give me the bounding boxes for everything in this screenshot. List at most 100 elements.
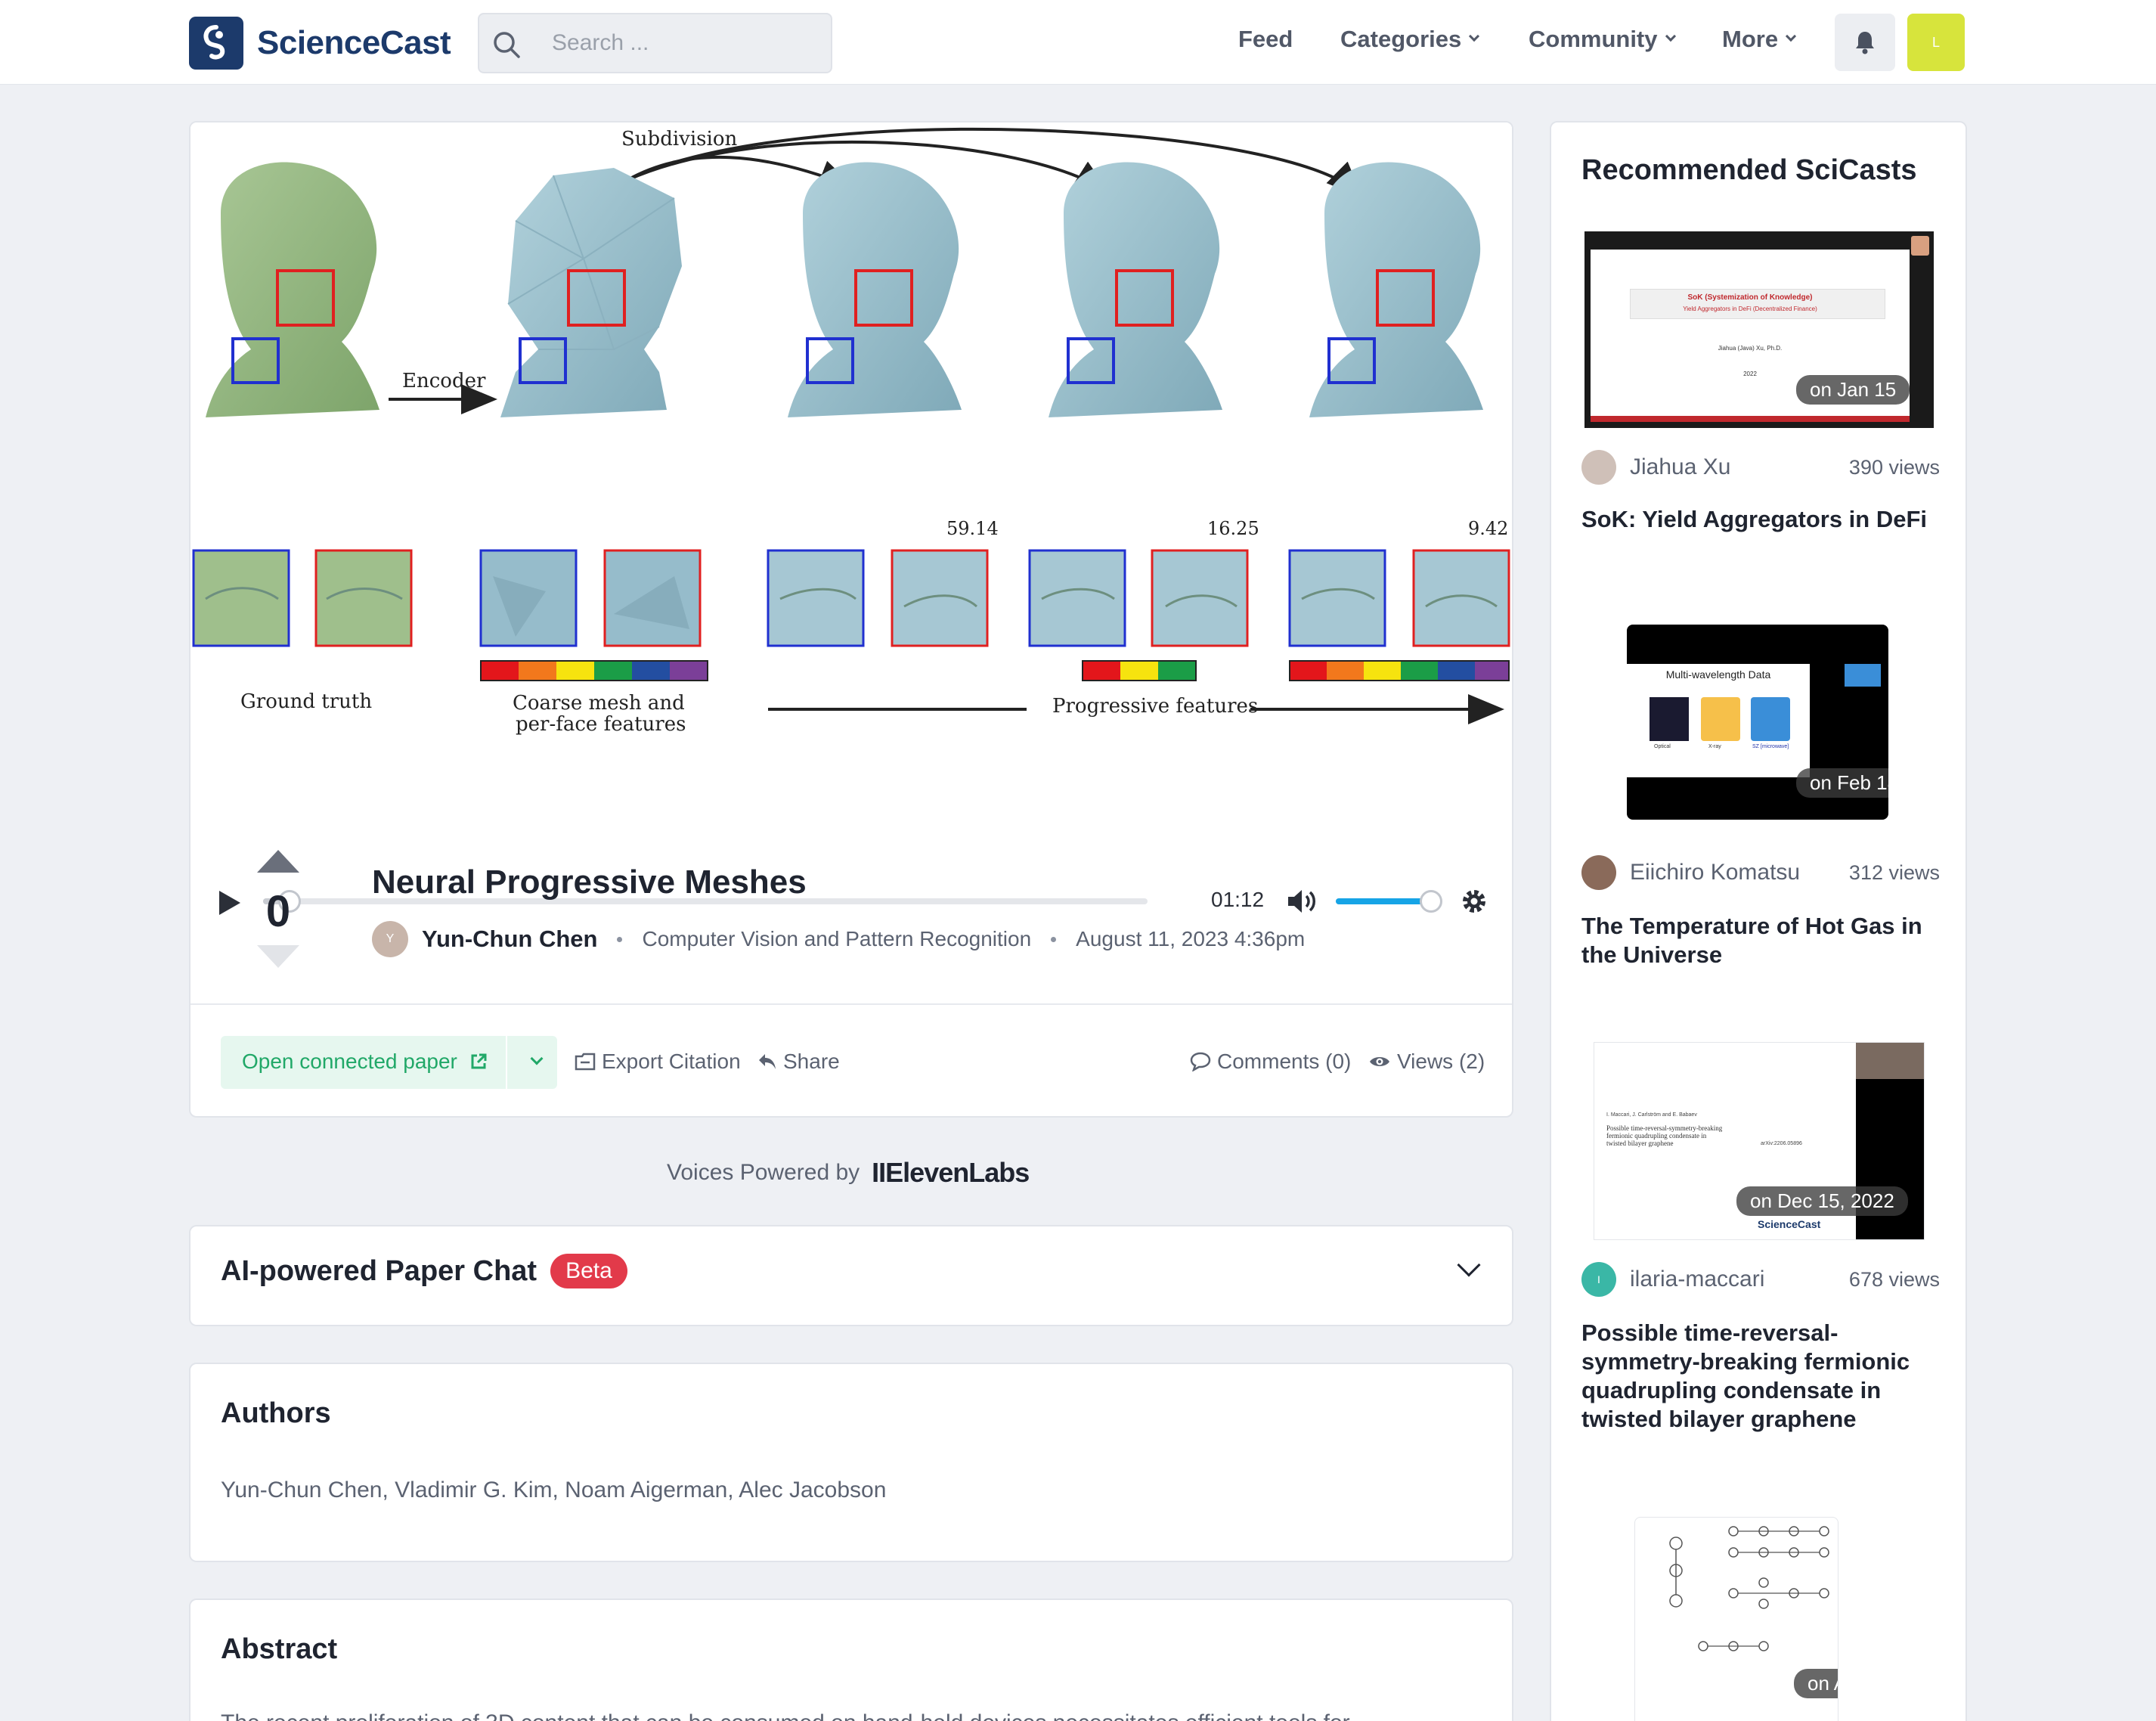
- slide-author: Jiahua (Java) Xu, Ph.D.: [1718, 345, 1783, 352]
- voices-credit: Voices Powered by IIElevenLabs: [667, 1157, 1030, 1189]
- volume-icon[interactable]: [1287, 888, 1318, 915]
- recommended-sidebar: Recommended SciCasts SoK (Systemization …: [1550, 121, 1967, 1721]
- volume-slider[interactable]: [1336, 890, 1442, 913]
- authors-heading: Authors: [221, 1397, 331, 1429]
- separator-dot: [1051, 936, 1057, 942]
- export-citation-button[interactable]: Export Citation: [575, 1050, 741, 1074]
- zoom-patches: [192, 549, 1510, 647]
- avatar[interactable]: I: [1581, 1262, 1616, 1297]
- play-icon[interactable]: [218, 889, 242, 916]
- post-category[interactable]: Computer Vision and Pattern Recognition: [642, 927, 1031, 951]
- slide-title: Possible time-reversal-symmetry-breaking…: [1606, 1124, 1723, 1147]
- recommended-title[interactable]: The Temperature of Hot Gas in the Univer…: [1581, 912, 1940, 969]
- search-input[interactable]: [552, 26, 809, 60]
- top-navbar: ScienceCast Feed Categories Community Mo…: [0, 0, 2156, 85]
- share-button[interactable]: Share: [757, 1050, 840, 1074]
- recommended-item[interactable]: Multi-wavelength Data Optical X-ray SZ […: [1581, 625, 1940, 988]
- post-author[interactable]: Yun-Chun Chen: [422, 926, 597, 953]
- comment-icon: [1190, 1052, 1211, 1071]
- eye-icon: [1370, 1057, 1389, 1066]
- export-icon: [575, 1053, 596, 1071]
- fig-label-encoder: Encoder: [402, 370, 486, 392]
- abstract-text: The recent proliferation of 3D content t…: [221, 1710, 1350, 1721]
- slide-subtitle: Yield Aggregators in DeFi (Decentralized…: [1683, 305, 1817, 312]
- recommended-title[interactable]: Possible time-reversal-symmetry-breaking…: [1581, 1319, 1940, 1434]
- vote-count: 0: [265, 887, 291, 936]
- open-paper-label: Open connected paper: [242, 1050, 457, 1073]
- fig-value-1: 59.14: [946, 518, 999, 539]
- abstract-section: Abstract The recent proliferation of 3D …: [189, 1599, 1513, 1721]
- recommended-views: 678 views: [1848, 1267, 1940, 1291]
- paper-chat-panel[interactable]: AI-powered Paper Chat Beta: [189, 1225, 1513, 1326]
- nav-more[interactable]: More: [1722, 26, 1797, 53]
- recommended-views: 390 views: [1848, 455, 1940, 479]
- recommended-author[interactable]: Jiahua Xu: [1630, 454, 1730, 480]
- fig-label-progressive: Progressive features: [1052, 695, 1258, 718]
- slide-label-xray: X-ray: [1708, 744, 1721, 749]
- elevenlabs-logo[interactable]: IIElevenLabs: [872, 1157, 1030, 1189]
- player-time: 01:12: [1211, 888, 1265, 911]
- authors-section: Authors Yun-Chun Chen, Vladimir G. Kim, …: [189, 1363, 1513, 1562]
- recommended-item[interactable]: SoK (Systemization of Knowledge) Yield A…: [1581, 231, 1940, 549]
- nav-feed[interactable]: Feed: [1238, 26, 1293, 53]
- fig-value-2: 16.25: [1207, 518, 1259, 539]
- post-title: Neural Progressive Meshes: [372, 864, 807, 901]
- chevron-down-icon[interactable]: [1457, 1253, 1481, 1277]
- recommended-item[interactable]: I. Maccari, J. Carlström and E. Babaev P…: [1581, 1042, 1940, 1465]
- bell-icon: [1856, 32, 1874, 54]
- avatar[interactable]: Y: [372, 921, 408, 957]
- beta-badge: Beta: [550, 1254, 627, 1288]
- fig-value-3: 9.42: [1468, 518, 1508, 539]
- recommended-thumbnail[interactable]: Multi-wavelength Data Optical X-ray SZ […: [1627, 625, 1888, 820]
- fig-label-subdivision: Subdivision: [621, 128, 737, 150]
- thumbnail-date: on Jan 15: [1796, 375, 1910, 405]
- nav-categories[interactable]: Categories: [1340, 26, 1480, 53]
- recommended-views: 312 views: [1848, 860, 1940, 884]
- recommended-title[interactable]: SoK: Yield Aggregators in DeFi: [1581, 505, 1940, 534]
- avatar[interactable]: [1581, 450, 1616, 485]
- voices-label: Voices Powered by: [667, 1160, 860, 1185]
- user-menu-button[interactable]: L: [1907, 14, 1965, 71]
- recommended-heading: Recommended SciCasts: [1581, 154, 1917, 186]
- volume-level: [1336, 898, 1431, 904]
- fig-label-coarse-1: Coarse mesh and: [513, 692, 685, 715]
- fig-label-ground-truth: Ground truth: [240, 690, 372, 713]
- thumbnail-date: on Apr 16: [1794, 1669, 1838, 1698]
- upvote-arrow-icon[interactable]: [256, 848, 301, 874]
- slide-authors: I. Maccari, J. Carlström and E. Babaev: [1606, 1112, 1697, 1118]
- scicast-player-card: Subdivision Encoder 59.14 16.25 9.42 Gro…: [189, 121, 1513, 1118]
- brand-logo[interactable]: ScienceCast: [189, 17, 451, 70]
- recommended-item[interactable]: on Apr 16: [1581, 1517, 1940, 1721]
- search-icon: [494, 32, 520, 58]
- brand-name: ScienceCast: [257, 24, 451, 61]
- chevron-down-icon: [1786, 30, 1797, 42]
- slide-title: SoK (Systemization of Knowledge): [1687, 293, 1813, 302]
- chevron-down-icon: [1469, 30, 1480, 42]
- recommended-author[interactable]: ilaria-maccari: [1630, 1267, 1764, 1292]
- separator-dot: [617, 936, 623, 942]
- paper-chat-title: AI-powered Paper Chat: [221, 1254, 537, 1287]
- search-box[interactable]: [478, 13, 832, 73]
- avatar[interactable]: [1581, 855, 1616, 890]
- recommended-thumbnail[interactable]: on Apr 16: [1634, 1517, 1838, 1721]
- thumbnail-date: on Dec 15, 2022: [1736, 1186, 1908, 1216]
- notifications-button[interactable]: [1835, 14, 1895, 71]
- slide-title: Multi-wavelength Data: [1665, 668, 1771, 681]
- downvote-arrow-icon[interactable]: [256, 944, 301, 969]
- slide-brand: ScienceCast: [1758, 1218, 1821, 1230]
- video-frame[interactable]: Subdivision Encoder 59.14 16.25 9.42 Gro…: [191, 122, 1513, 750]
- abstract-heading: Abstract: [221, 1633, 338, 1665]
- slide-arxiv: arXiv:2206.05896: [1761, 1141, 1802, 1146]
- recommended-author[interactable]: Eiichiro Komatsu: [1630, 860, 1800, 885]
- thumbnail-date: on Feb 18: [1796, 768, 1888, 798]
- nav-community[interactable]: Community: [1529, 26, 1676, 53]
- chevron-down-icon[interactable]: [530, 1052, 544, 1065]
- comments-button[interactable]: Comments (0): [1190, 1050, 1351, 1074]
- open-connected-paper-button[interactable]: Open connected paper: [221, 1036, 557, 1089]
- share-icon: [759, 1054, 776, 1069]
- divider: [191, 1003, 1512, 1005]
- settings-gear-icon[interactable]: [1461, 888, 1488, 915]
- volume-handle[interactable]: [1420, 890, 1442, 913]
- recommended-thumbnail[interactable]: SoK (Systemization of Knowledge) Yield A…: [1584, 231, 1934, 428]
- recommended-thumbnail[interactable]: I. Maccari, J. Carlström and E. Babaev P…: [1594, 1042, 1925, 1240]
